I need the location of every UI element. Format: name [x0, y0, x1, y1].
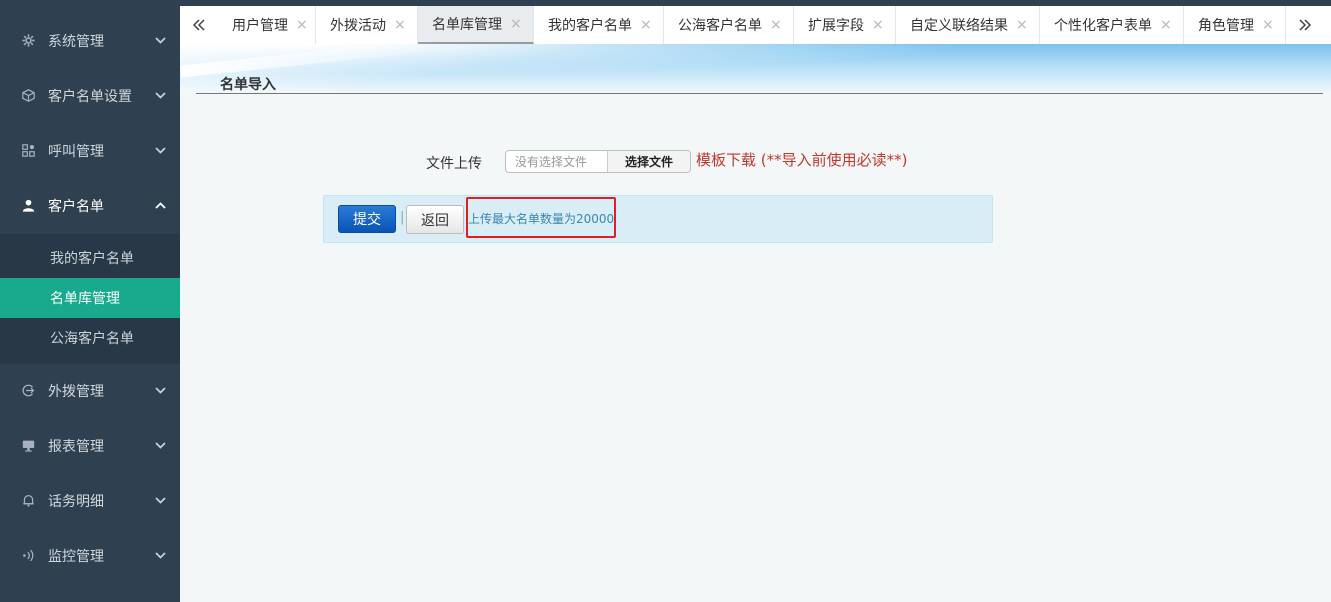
- button-separator: |: [400, 210, 405, 225]
- outbound-icon: [18, 384, 38, 397]
- close-icon[interactable]: ×: [770, 17, 782, 33]
- chevron-down-icon: [154, 92, 166, 99]
- tab-label: 角色管理: [1198, 18, 1254, 34]
- tab-my-customer-list[interactable]: 我的客户名单 ×: [534, 6, 664, 44]
- tab-label: 名单库管理: [432, 17, 502, 33]
- file-input-placeholder: 没有选择文件: [506, 151, 608, 172]
- divider: [196, 93, 1323, 94]
- user-icon: [18, 199, 38, 212]
- close-icon[interactable]: ×: [1262, 17, 1274, 33]
- sidebar-item-report[interactable]: 报表管理: [0, 418, 180, 473]
- customer-list-submenu: 我的客户名单 名单库管理 公海客户名单: [0, 234, 180, 364]
- close-icon[interactable]: ×: [640, 17, 652, 33]
- tab-role-management[interactable]: 角色管理 ×: [1184, 6, 1286, 44]
- sidebar-item-label: 客户名单设置: [48, 88, 132, 105]
- tab-label: 用户管理: [232, 18, 288, 34]
- sidebar-item-label: 话务明细: [48, 493, 104, 510]
- submit-button[interactable]: 提交: [338, 205, 396, 233]
- tab-bar: 用户管理 × 外拨活动 × 名单库管理 × 我的客户名单 × 公海客户名单 × 扩展字段 ×…: [180, 0, 1331, 44]
- choose-file-button[interactable]: 选择文件: [608, 151, 690, 172]
- tab-custom-contact-result[interactable]: 自定义联络结果 ×: [896, 6, 1040, 44]
- submenu-item-public-list[interactable]: 公海客户名单: [0, 318, 180, 358]
- bell-icon: [18, 494, 38, 507]
- tab-label: 我的客户名单: [548, 18, 632, 34]
- sidebar-item-call-detail[interactable]: 话务明细: [0, 473, 180, 528]
- close-icon[interactable]: ×: [510, 16, 522, 32]
- cube-icon: [18, 89, 38, 102]
- grid-icon: [18, 144, 38, 157]
- chevron-down-icon: [154, 147, 166, 154]
- sidebar-item-label: 呼叫管理: [48, 143, 104, 160]
- monitor-icon: [18, 549, 38, 562]
- page-title: 名单导入: [220, 77, 276, 93]
- chevron-down-icon: [154, 552, 166, 559]
- tab-label: 外拨活动: [330, 18, 386, 34]
- sidebar-item-label: 客户名单: [48, 198, 104, 215]
- sidebar: 系统管理 客户名单设置 呼叫管理 客户名单 我的客户名单 名单库管理 公海客户名…: [0, 0, 180, 602]
- sidebar-item-list-settings[interactable]: 客户名单设置: [0, 68, 180, 123]
- tab-extended-fields[interactable]: 扩展字段 ×: [794, 6, 896, 44]
- tab-custom-customer-form[interactable]: 个性化客户表单 ×: [1040, 6, 1184, 44]
- tab-label: 自定义联络结果: [910, 18, 1008, 34]
- tab-public-customer-list[interactable]: 公海客户名单 ×: [664, 6, 794, 44]
- sidebar-item-system[interactable]: 系统管理: [0, 13, 180, 68]
- sidebar-item-outbound[interactable]: 外拨管理: [0, 363, 180, 418]
- header-banner: [180, 38, 1331, 92]
- chevron-down-icon: [154, 442, 166, 449]
- template-download-link[interactable]: 模板下载 (**导入前使用必读**): [696, 149, 907, 170]
- file-upload-label: 文件上传: [426, 156, 482, 172]
- main-content: 名单导入 文件上传 没有选择文件 选择文件 模板下载 (**导入前使用必读**)…: [180, 38, 1331, 602]
- chevron-down-icon: [154, 37, 166, 44]
- close-icon[interactable]: ×: [1016, 17, 1028, 33]
- close-icon[interactable]: ×: [394, 17, 406, 33]
- tab-outbound-activity[interactable]: 外拨活动 ×: [316, 6, 418, 44]
- close-icon[interactable]: ×: [872, 17, 884, 33]
- sidebar-item-label: 外拨管理: [48, 383, 104, 400]
- sidebar-item-label: 系统管理: [48, 33, 104, 50]
- tab-scroll-left-icon[interactable]: [180, 6, 218, 44]
- sidebar-item-call[interactable]: 呼叫管理: [0, 123, 180, 178]
- gear-icon: [18, 34, 38, 47]
- file-input[interactable]: 没有选择文件 选择文件: [505, 150, 691, 173]
- tab-label: 扩展字段: [808, 18, 864, 34]
- sidebar-item-monitor[interactable]: 监控管理: [0, 528, 180, 583]
- chevron-down-icon: [154, 387, 166, 394]
- tab-user-management[interactable]: 用户管理 ×: [218, 6, 316, 44]
- sidebar-item-customer-list[interactable]: 客户名单: [0, 178, 180, 233]
- sidebar-item-label: 报表管理: [48, 438, 104, 455]
- chevron-up-icon: [154, 202, 166, 209]
- tab-label: 公海客户名单: [678, 18, 762, 34]
- back-button[interactable]: 返回: [406, 205, 464, 234]
- submenu-item-my-list[interactable]: 我的客户名单: [0, 238, 180, 278]
- tab-label: 个性化客户表单: [1054, 18, 1152, 34]
- sidebar-item-label: 监控管理: [48, 548, 104, 565]
- submenu-item-list-library[interactable]: 名单库管理: [0, 278, 180, 318]
- report-icon: [18, 439, 38, 452]
- chevron-down-icon: [154, 497, 166, 504]
- tab-scroll-right-icon[interactable]: [1286, 6, 1324, 44]
- close-icon[interactable]: ×: [1160, 17, 1172, 33]
- highlight-box: [466, 197, 616, 238]
- close-icon[interactable]: ×: [296, 17, 308, 33]
- action-panel: 提交 | 返回 上传最大名单数量为20000: [323, 195, 993, 243]
